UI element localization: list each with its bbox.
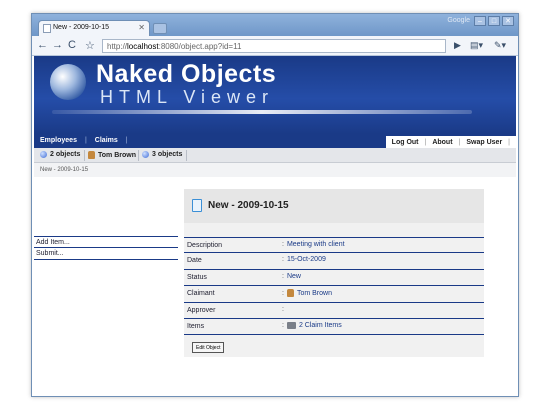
field-status: Status : New [184,270,484,287]
app-menu-bar: Employees | Claims | Log Out | About | S… [34,134,516,148]
banner-swoosh [52,110,472,114]
field-label: Status [187,273,207,281]
menu-left: Employees | Claims | [40,137,128,144]
new-tab-button[interactable] [153,23,167,34]
window-controls: – □ ✕ [474,16,514,26]
menu-right: Log Out | About | Swap User | [385,136,516,148]
field-items: Items :2 Claim Items [184,319,484,336]
field-value: New [286,272,301,280]
tab-title: New - 2009-10-15 [53,24,110,31]
forward-icon[interactable]: → [52,39,63,51]
object-history-bar: 2 objects Tom Brown 3 objects [34,148,516,163]
object-title: New - 2009-10-15 [208,200,289,211]
browser-window: New - 2009-10-15 ✕ Google – □ ✕ ← → C ☆ … [31,13,519,397]
app-banner: Naked Objects HTML Viewer [34,56,516,134]
object-fields: Description : Meeting with client Date :1… [184,237,484,336]
items-icon [286,321,296,329]
logo-title: Naked Objects [96,60,277,88]
field-value: Meeting with client [286,241,345,248]
title-bar: New - 2009-10-15 ✕ Google – □ ✕ [32,14,518,36]
url-scheme: http:// [107,42,128,51]
maximize-button[interactable]: □ [488,16,500,26]
object-header: New - 2009-10-15 [184,189,484,223]
menu-separator: | [458,138,461,146]
url-host: localhost [127,42,159,51]
log-out-link[interactable]: Log Out [392,139,419,146]
go-icon[interactable]: ▶ [454,40,461,51]
field-date: Date :15-Oct-2009 [184,253,484,270]
object-panel: New - 2009-10-15 Description : Meeting wi… [184,189,484,357]
separator [84,150,85,161]
bookmark-star-icon[interactable]: ☆ [85,39,95,52]
field-label: Description [187,242,223,249]
field-value: 15-Oct-2009 [286,256,326,264]
submit-action[interactable]: Submit... [34,248,178,260]
menu-employees[interactable]: Employees [40,137,77,144]
close-tab-icon[interactable]: ✕ [138,23,145,32]
history-item-collection[interactable]: 3 objects [142,151,182,158]
menu-separator: | [508,138,510,146]
reload-icon[interactable]: C [68,39,76,51]
edit-object-button[interactable]: Edit Object [192,342,225,353]
separator [186,150,187,161]
history-item-label: 2 objects [50,151,81,158]
separator [138,150,139,161]
field-approver: Approver : [184,303,484,319]
minimize-button[interactable]: – [474,16,486,26]
history-item-person[interactable]: Tom Brown [88,151,136,159]
wrench-menu-icon[interactable]: ✎▾ [494,40,506,51]
breadcrumb: New - 2009-10-15 [34,163,516,177]
menu-separator: | [84,137,87,144]
field-claimant: Claimant : Tom Brown [184,286,484,303]
person-icon [88,151,95,159]
menu-claims[interactable]: Claims [95,137,118,144]
history-item-label: Tom Brown [98,151,136,159]
field-description: Description : Meeting with client [184,237,484,254]
address-bar[interactable]: http://localhost:8080/object.app?id=11 [102,39,446,53]
menu-separator: | [125,137,128,144]
browser-toolbar: ← → C ☆ http://localhost:8080/object.app… [32,36,518,56]
action-list: Add Item... Submit... [34,236,178,260]
field-label: Date [187,257,202,265]
browser-brand: Google [447,17,470,24]
page-favicon-icon [43,24,51,33]
swap-user-link[interactable]: Swap User [466,139,502,146]
field-label: Approver [187,306,216,314]
items-link[interactable]: 2 Claim Items [299,322,342,329]
about-link[interactable]: About [432,139,452,146]
history-item-collection[interactable]: 2 objects [40,151,80,158]
logo-subtitle: HTML Viewer [100,87,275,107]
field-label: Items [187,322,205,330]
field-label: Claimant [187,290,215,298]
add-item-action[interactable]: Add Item... [34,236,178,248]
person-icon [286,289,294,298]
history-item-label: 3 objects [152,151,183,158]
collection-icon [40,151,47,158]
page-menu-icon[interactable]: ▤▾ [470,40,483,51]
collection-icon [142,151,149,158]
url-path: :8080/object.app?id=11 [158,42,242,51]
browser-tab[interactable]: New - 2009-10-15 ✕ [38,20,150,36]
close-window-button[interactable]: ✕ [502,16,514,26]
back-icon[interactable]: ← [37,39,48,51]
claimant-link[interactable]: Tom Brown [297,290,332,297]
globe-logo-icon [50,64,86,100]
menu-separator: | [424,138,427,146]
document-icon [192,199,202,212]
